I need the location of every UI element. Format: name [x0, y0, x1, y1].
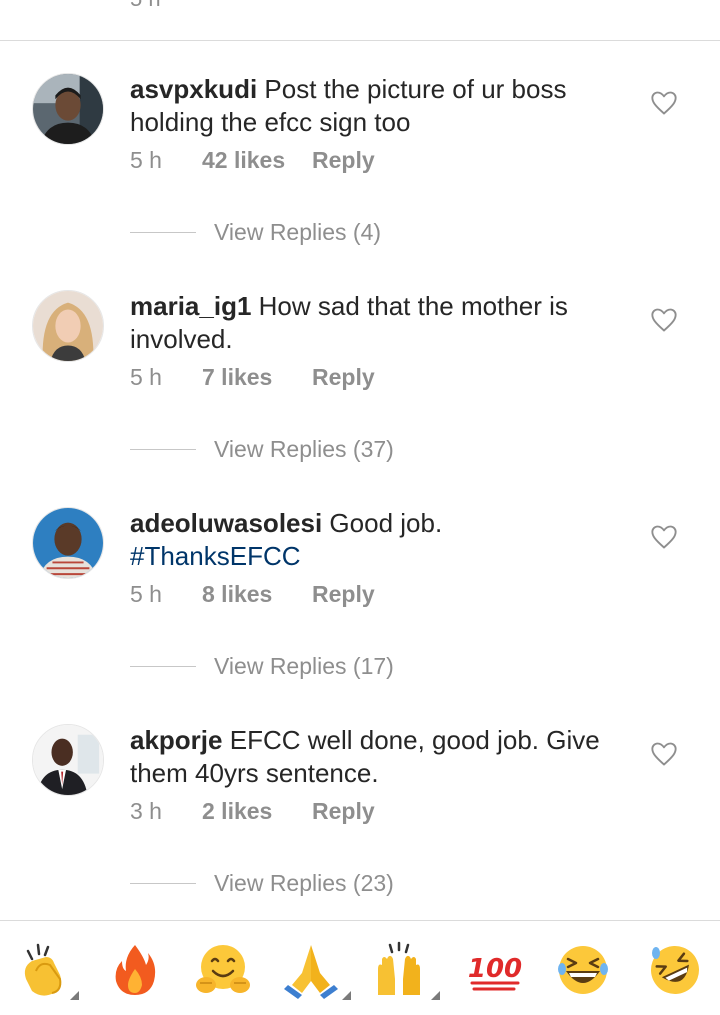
comment-meta: 5 h 8 likes Reply — [130, 581, 375, 608]
comment-likes[interactable]: 2 likes — [202, 798, 312, 825]
view-replies-button[interactable]: View Replies (37) — [130, 436, 394, 463]
avatar[interactable] — [32, 724, 104, 796]
comment-likes[interactable]: 7 likes — [202, 364, 312, 391]
comment-body: Good job. — [329, 508, 443, 538]
view-replies-label: View Replies (17) — [214, 653, 394, 679]
comment-item: adeoluwasolesi Good job. #ThanksEFCC 5 h… — [0, 507, 720, 724]
comment-item: akporje EFCC well done, good job. Give t… — [0, 724, 720, 941]
heart-icon[interactable] — [650, 306, 678, 334]
avatar[interactable] — [32, 290, 104, 362]
avatar[interactable] — [32, 73, 104, 145]
folded-hands-variants-indicator — [342, 991, 351, 1000]
raising-hands-icon[interactable] — [368, 939, 430, 1001]
grinning-squinting-face-icon[interactable] — [552, 939, 614, 1001]
comment-username[interactable]: maria_ig1 — [130, 291, 251, 321]
comment-likes[interactable]: 42 likes — [202, 147, 312, 174]
heart-icon[interactable] — [650, 523, 678, 551]
clapping-hands-icon[interactable] — [16, 939, 78, 1001]
comment-username[interactable]: adeoluwasolesi — [130, 508, 322, 538]
view-replies-button[interactable]: View Replies (17) — [130, 653, 394, 680]
comment-text: adeoluwasolesi Good job. #ThanksEFCC — [130, 507, 630, 573]
top-fragment: 5 h — [130, 0, 161, 12]
reply-button[interactable]: Reply — [312, 581, 375, 608]
heart-icon[interactable] — [650, 740, 678, 768]
view-replies-label: View Replies (23) — [214, 870, 394, 896]
view-replies-line — [130, 883, 196, 884]
comment-time: 3 h — [130, 798, 162, 824]
avatar[interactable] — [32, 507, 104, 579]
comment-username[interactable]: asvpxkudi — [130, 74, 257, 104]
heart-icon[interactable] — [650, 89, 678, 117]
folded-hands-icon[interactable] — [280, 939, 342, 1001]
comment-meta: 5 h 42 likes Reply — [130, 147, 375, 174]
comment-meta: 3 h 2 likes Reply — [130, 798, 375, 825]
comment-item: maria_ig1 How sad that the mother is inv… — [0, 290, 720, 507]
comment-username[interactable]: akporje — [130, 725, 223, 755]
view-replies-label: View Replies (4) — [214, 219, 382, 245]
comment-likes[interactable]: 8 likes — [202, 581, 312, 608]
raising-hands-variants-indicator — [431, 991, 440, 1000]
reply-button[interactable]: Reply — [312, 798, 375, 825]
comment-item: asvpxkudi Post the picture of ur boss ho… — [0, 73, 720, 290]
comment-time: 5 h — [130, 364, 162, 390]
hugging-face-icon[interactable] — [192, 939, 254, 1001]
comment-time: 5 h — [130, 147, 162, 173]
rolling-on-floor-laughing-icon[interactable] — [644, 939, 706, 1001]
comment-time: 5 h — [130, 581, 162, 607]
fire-icon[interactable] — [104, 939, 166, 1001]
comment-text: akporje EFCC well done, good job. Give t… — [130, 724, 630, 790]
top-divider — [0, 40, 720, 41]
comment-meta: 5 h 7 likes Reply — [130, 364, 375, 391]
clapping-variants-indicator — [70, 991, 79, 1000]
hundred-points-icon[interactable]: 100 — [464, 939, 526, 1001]
view-replies-label: View Replies (37) — [214, 436, 394, 462]
view-replies-line — [130, 232, 196, 233]
emoji-quick-bar: 100 — [0, 921, 720, 1015]
comment-text: asvpxkudi Post the picture of ur boss ho… — [130, 73, 630, 139]
reply-button[interactable]: Reply — [312, 147, 375, 174]
svg-text:100: 100 — [468, 954, 522, 984]
hashtag-link[interactable]: #ThanksEFCC — [130, 541, 301, 571]
comment-text: maria_ig1 How sad that the mother is inv… — [130, 290, 630, 356]
view-replies-button[interactable]: View Replies (4) — [130, 219, 381, 246]
view-replies-line — [130, 449, 196, 450]
view-replies-line — [130, 666, 196, 667]
reply-button[interactable]: Reply — [312, 364, 375, 391]
view-replies-button[interactable]: View Replies (23) — [130, 870, 394, 897]
